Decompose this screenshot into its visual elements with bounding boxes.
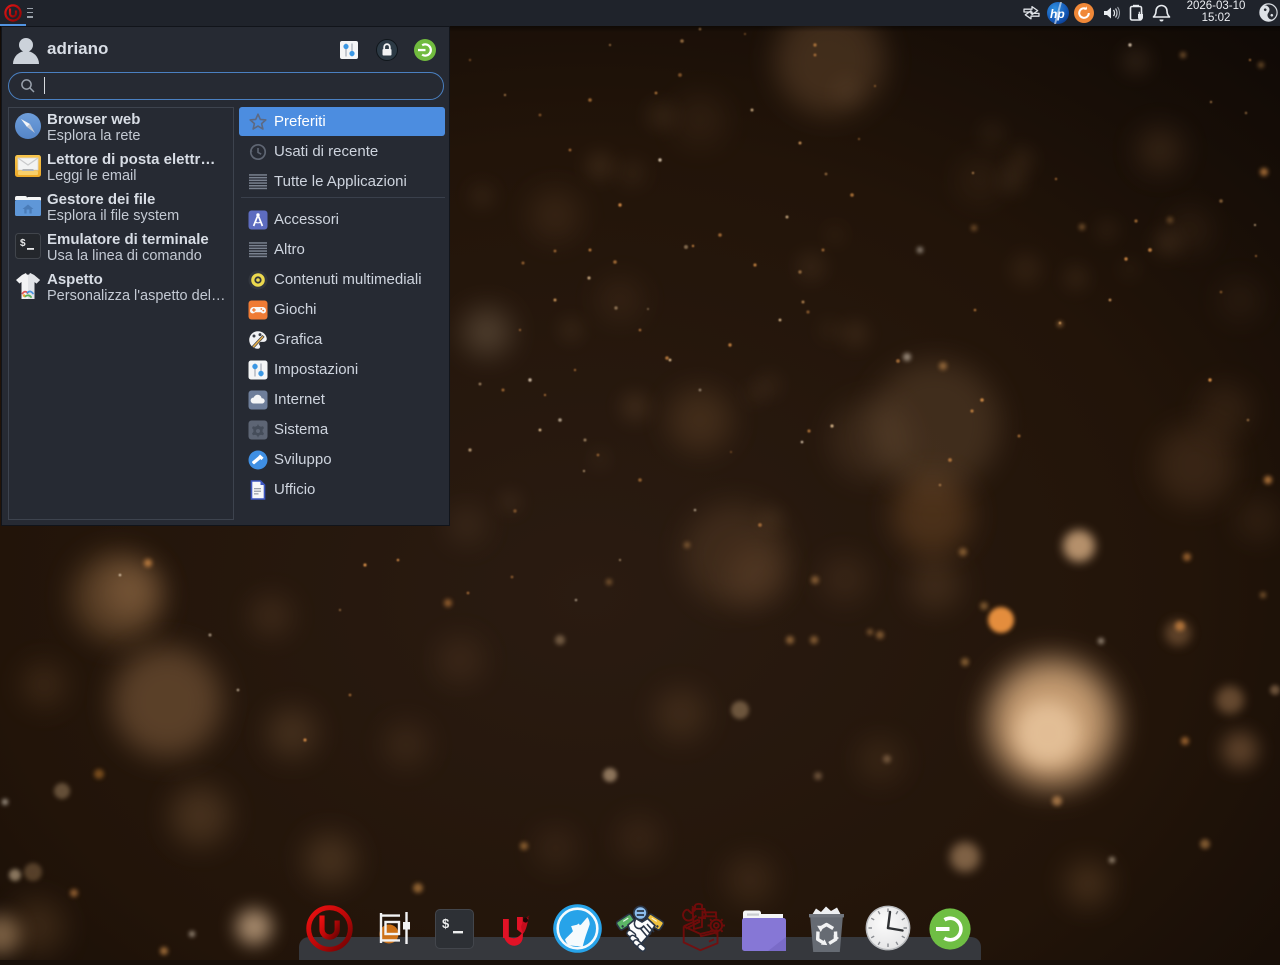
svg-text:$: $ (20, 238, 26, 249)
svg-text:$: $ (442, 916, 450, 931)
svg-text:hp: hp (1050, 7, 1065, 21)
